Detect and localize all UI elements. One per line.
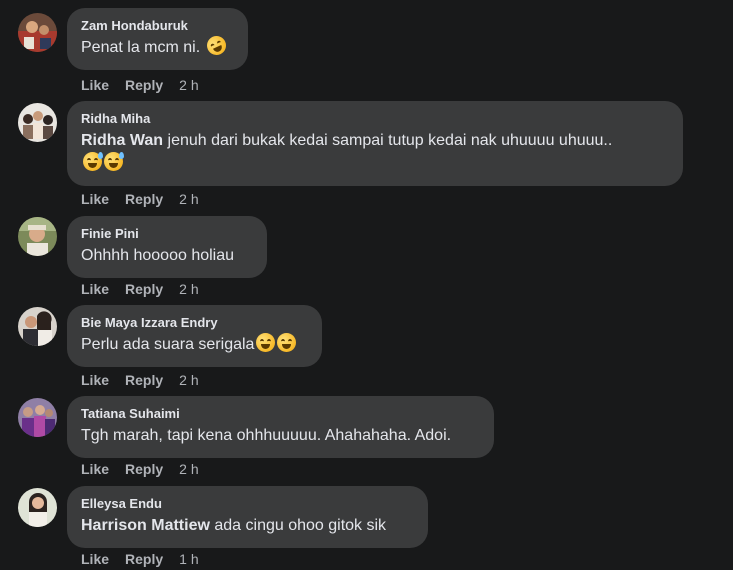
comment-actions: Like Reply 1 h xyxy=(81,550,199,568)
comment-text: Ridha Wan jenuh dari bukak kedai sampai … xyxy=(81,129,669,175)
sweat-smile-emoji xyxy=(104,152,124,171)
like-button[interactable]: Like xyxy=(81,191,109,207)
comment-timestamp[interactable]: 2 h xyxy=(179,191,198,207)
comment-body: Perlu ada suara serigala xyxy=(81,336,255,353)
reply-button[interactable]: Reply xyxy=(125,77,163,93)
comment-bubble: Bie Maya Izzara Endry Perlu ada suara se… xyxy=(67,305,322,367)
avatar[interactable] xyxy=(18,307,57,346)
like-button[interactable]: Like xyxy=(81,551,109,567)
comment-actions: Like Reply 2 h xyxy=(81,190,199,208)
comment-body: jenuh dari bukak kedai sampai tutup keda… xyxy=(167,132,613,149)
comment-timestamp[interactable]: 2 h xyxy=(179,77,198,93)
laughing-emoji xyxy=(277,333,297,352)
comment-timestamp[interactable]: 2 h xyxy=(179,372,198,388)
like-button[interactable]: Like xyxy=(81,77,109,93)
comment-actions: Like Reply 2 h xyxy=(81,460,199,478)
avatar[interactable] xyxy=(18,488,57,527)
comment-body: Tgh marah, tapi kena ohhhuuuuu. Ahahahah… xyxy=(81,427,452,444)
reply-button[interactable]: Reply xyxy=(125,461,163,477)
mention-link[interactable]: Harrison Mattiew xyxy=(81,517,210,534)
comment-bubble: Finie Pini Ohhhh hooooo holiau xyxy=(67,216,267,278)
comment-bubble: Elleysa Endu Harrison Mattiew ada cingu … xyxy=(67,486,428,548)
comment-actions: Like Reply 2 h xyxy=(81,280,199,298)
comment-bubble: Zam Hondaburuk Penat la mcm ni. xyxy=(67,8,248,70)
comment-author[interactable]: Ridha Miha xyxy=(81,110,669,127)
comment-feed: Zam Hondaburuk Penat la mcm ni. Like Repl… xyxy=(0,0,733,570)
comment-text: Tgh marah, tapi kena ohhhuuuuu. Ahahahah… xyxy=(81,424,480,447)
comment-text: Perlu ada suara serigala xyxy=(81,333,308,356)
like-button[interactable]: Like xyxy=(81,461,109,477)
comment-author[interactable]: Bie Maya Izzara Endry xyxy=(81,314,308,331)
reply-button[interactable]: Reply xyxy=(125,551,163,567)
sweat-smile-emoji xyxy=(83,152,103,171)
comment-author[interactable]: Finie Pini xyxy=(81,225,253,242)
comment-author[interactable]: Zam Hondaburuk xyxy=(81,17,234,34)
avatar[interactable] xyxy=(18,103,57,142)
laughing-emoji xyxy=(256,333,276,352)
rofl-emoji xyxy=(203,32,229,59)
avatar[interactable] xyxy=(18,398,57,437)
reply-button[interactable]: Reply xyxy=(125,281,163,297)
comment-timestamp[interactable]: 2 h xyxy=(179,461,198,477)
comment-body: ada cingu ohoo gitok sik xyxy=(214,517,387,534)
reply-button[interactable]: Reply xyxy=(125,191,163,207)
comment-text: Penat la mcm ni. xyxy=(81,32,234,59)
like-button[interactable]: Like xyxy=(81,281,109,297)
avatar[interactable] xyxy=(18,13,57,52)
mention-link[interactable]: Ridha Wan xyxy=(81,132,163,149)
comment-timestamp[interactable]: 2 h xyxy=(179,281,198,297)
comment-author[interactable]: Tatiana Suhaimi xyxy=(81,405,480,422)
comment-bubble: Ridha Miha Ridha Wan jenuh dari bukak ke… xyxy=(67,101,683,186)
comment-body: Ohhhh hooooo holiau xyxy=(81,247,235,264)
comment-bubble: Tatiana Suhaimi Tgh marah, tapi kena ohh… xyxy=(67,396,494,458)
reply-button[interactable]: Reply xyxy=(125,372,163,388)
comment-text: Ohhhh hooooo holiau xyxy=(81,244,253,267)
comment-text: Harrison Mattiew ada cingu ohoo gitok si… xyxy=(81,514,414,537)
comment-timestamp[interactable]: 1 h xyxy=(179,551,198,567)
comment-author[interactable]: Elleysa Endu xyxy=(81,495,414,512)
like-button[interactable]: Like xyxy=(81,372,109,388)
comment-actions: Like Reply 2 h xyxy=(81,76,199,94)
comment-actions: Like Reply 2 h xyxy=(81,371,199,389)
avatar[interactable] xyxy=(18,217,57,256)
comment-body: Penat la mcm ni. xyxy=(81,39,201,56)
